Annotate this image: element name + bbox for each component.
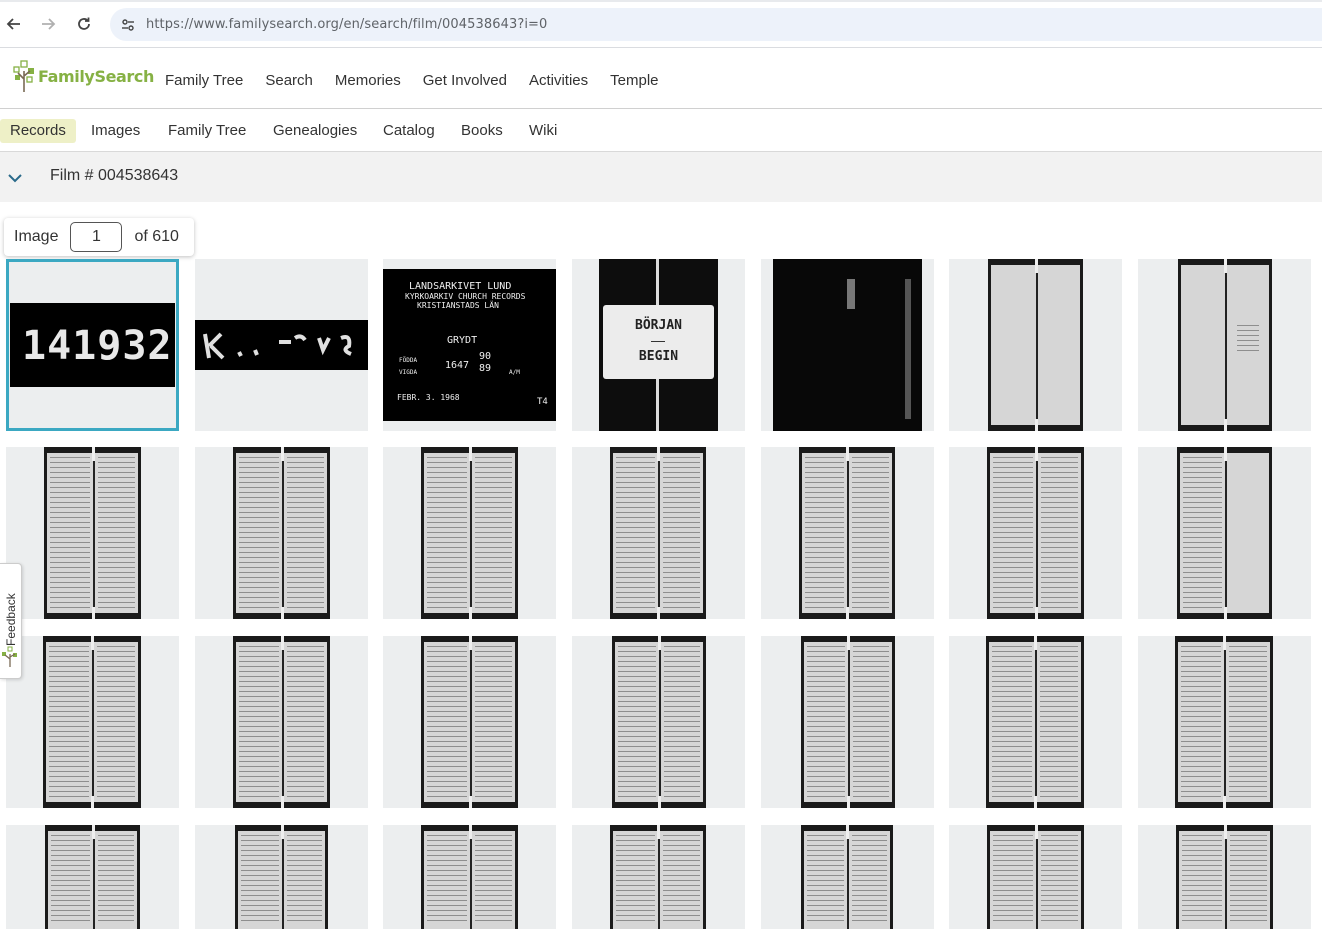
thumbnail-19[interactable] bbox=[761, 636, 934, 808]
begin-card: BÖRJAN BEGIN bbox=[603, 305, 714, 379]
tab-family-tree[interactable]: Family Tree bbox=[164, 119, 250, 143]
feedback-tab[interactable]: Feedback bbox=[0, 563, 22, 679]
label-am: A/M bbox=[509, 369, 520, 376]
image-total: of 610 bbox=[134, 228, 179, 245]
tab-books[interactable]: Books bbox=[457, 119, 507, 143]
nav-memories[interactable]: Memories bbox=[335, 72, 401, 89]
image-number-input[interactable] bbox=[70, 222, 123, 252]
label-fodda: FÖDDA bbox=[399, 357, 418, 364]
label-vigda: VIGDA bbox=[399, 369, 418, 376]
thumbnail-21[interactable] bbox=[1138, 636, 1311, 808]
nav-temple[interactable]: Temple bbox=[610, 72, 658, 89]
nav-get-involved[interactable]: Get Involved bbox=[423, 72, 507, 89]
tab-genealogies[interactable]: Genealogies bbox=[269, 119, 361, 143]
chevron-down-icon[interactable] bbox=[6, 169, 24, 187]
year-from: 1647 bbox=[445, 360, 470, 371]
site-header: FamilySearch Family Tree Search Memories… bbox=[0, 48, 1322, 109]
film-title: Film # 004538643 bbox=[50, 167, 179, 184]
tab-catalog[interactable]: Catalog bbox=[379, 119, 439, 143]
thumbnail-15[interactable] bbox=[6, 636, 179, 808]
thumbnail-20[interactable] bbox=[949, 636, 1122, 808]
thumbnail-28[interactable] bbox=[1138, 825, 1311, 929]
browser-toolbar: https://www.familysearch.org/en/search/f… bbox=[0, 0, 1322, 48]
forward-arrow-icon[interactable] bbox=[36, 12, 60, 36]
parish-name: GRYDT bbox=[447, 335, 478, 346]
thumbnail-18[interactable] bbox=[572, 636, 745, 808]
main-nav: Family Tree Search Memories Get Involved… bbox=[165, 72, 681, 89]
archive-county: KRISTIANSTADS LÄN bbox=[417, 301, 499, 310]
film-number-faded bbox=[195, 320, 368, 370]
thumbnail-24[interactable] bbox=[383, 825, 556, 929]
tab-records[interactable]: Records bbox=[0, 119, 76, 143]
year-to-1: 90 bbox=[479, 351, 492, 362]
image-label: Image bbox=[14, 228, 59, 245]
begin-card-backing: BÖRJAN BEGIN bbox=[599, 259, 718, 431]
feedback-label: Feedback bbox=[3, 593, 18, 646]
address-bar[interactable]: https://www.familysearch.org/en/search/f… bbox=[110, 8, 1322, 41]
dark-frame bbox=[773, 259, 922, 431]
thumbnail-22[interactable] bbox=[6, 825, 179, 929]
film-number-text: 141932 bbox=[22, 323, 173, 369]
reload-icon[interactable] bbox=[72, 12, 96, 36]
thumbnail-12[interactable] bbox=[761, 447, 934, 619]
tree-logo-icon bbox=[13, 60, 34, 92]
url-text: https://www.familysearch.org/en/search/f… bbox=[146, 17, 547, 32]
thumbnail-14[interactable] bbox=[1138, 447, 1311, 619]
nav-family-tree[interactable]: Family Tree bbox=[165, 72, 243, 89]
nav-activities[interactable]: Activities bbox=[529, 72, 588, 89]
begin-english: BEGIN bbox=[638, 349, 679, 364]
search-subnav: Records Images Family Tree Genealogies C… bbox=[0, 110, 1322, 152]
tree-logo-icon bbox=[2, 646, 17, 667]
thumbnail-23[interactable] bbox=[195, 825, 368, 929]
thumbnail-16[interactable] bbox=[195, 636, 368, 808]
thumbnail-1[interactable]: 141932 bbox=[6, 259, 179, 431]
archive-title-card: LANDSARKIVET LUND KYRKOARKIV CHURCH RECO… bbox=[383, 269, 556, 421]
thumbnail-7[interactable] bbox=[1138, 259, 1311, 431]
url-path: /en/search/film/004538643?i=0 bbox=[339, 17, 548, 32]
frame-tab bbox=[847, 279, 855, 309]
thumbnail-27[interactable] bbox=[949, 825, 1122, 929]
tab-strip-edge bbox=[0, 0, 1322, 2]
tab-wiki[interactable]: Wiki bbox=[525, 119, 561, 143]
film-number-card: 141932 bbox=[10, 303, 175, 387]
url-host: https://www.familysearch.org bbox=[146, 17, 339, 32]
thumbnail-9[interactable] bbox=[195, 447, 368, 619]
thumbnail-2[interactable] bbox=[195, 259, 368, 431]
book-page-blank bbox=[988, 259, 1083, 431]
archive-subtitle: KYRKOARKIV CHURCH RECORDS bbox=[405, 292, 526, 301]
archive-name: LANDSARKIVET LUND bbox=[409, 281, 512, 292]
thumbnail-6[interactable] bbox=[949, 259, 1122, 431]
back-arrow-icon[interactable] bbox=[2, 12, 26, 36]
site-settings-icon[interactable] bbox=[110, 8, 146, 41]
thumbnail-11[interactable] bbox=[572, 447, 745, 619]
thumbnail-26[interactable] bbox=[761, 825, 934, 929]
book-page bbox=[1178, 259, 1272, 431]
thumbnail-10[interactable] bbox=[383, 447, 556, 619]
logo-text: FamilySearch bbox=[38, 66, 154, 86]
film-header: Film # 004538643 bbox=[0, 152, 1322, 202]
thumbnail-13[interactable] bbox=[949, 447, 1122, 619]
thumbnail-4[interactable]: BÖRJAN BEGIN bbox=[572, 259, 745, 431]
begin-swedish: BÖRJAN bbox=[635, 318, 682, 333]
film-date: FEBR. 3. 1968 bbox=[397, 393, 460, 402]
frame-edge bbox=[905, 279, 911, 419]
year-to-2: 89 bbox=[479, 363, 492, 374]
thumbnail-3[interactable]: LANDSARKIVET LUND KYRKOARKIV CHURCH RECO… bbox=[383, 259, 556, 431]
begin-divider bbox=[651, 341, 665, 342]
thumbnail-25[interactable] bbox=[572, 825, 745, 929]
thumbnail-5[interactable] bbox=[761, 259, 934, 431]
nav-search[interactable]: Search bbox=[265, 72, 313, 89]
film-code: T4 bbox=[537, 397, 548, 407]
image-counter: Image of 610 bbox=[4, 218, 194, 256]
thumbnail-17[interactable] bbox=[383, 636, 556, 808]
familysearch-logo[interactable]: FamilySearch bbox=[12, 58, 154, 94]
tab-images[interactable]: Images bbox=[87, 119, 144, 143]
thumbnail-8[interactable] bbox=[6, 447, 179, 619]
